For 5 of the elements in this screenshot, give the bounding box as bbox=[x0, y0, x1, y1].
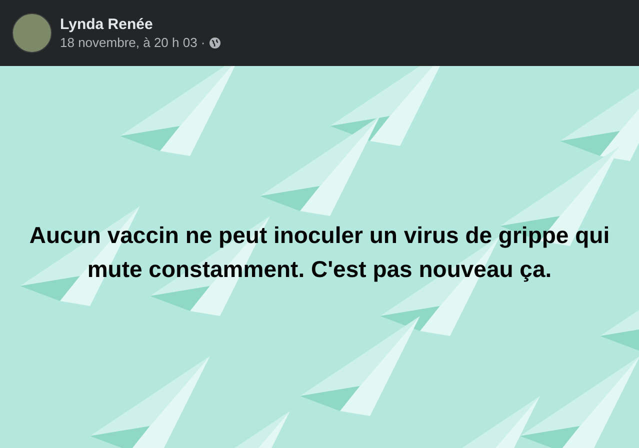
globe-icon bbox=[209, 37, 222, 49]
post-text: Aucun vaccin ne peut inoculer un virus de grippe qui mute constamment. C'est pas nouveau ça. bbox=[28, 221, 611, 284]
avatar-placeholder[interactable] bbox=[12, 13, 52, 53]
author-name[interactable]: Lynda Renée bbox=[60, 15, 222, 35]
post-timestamp[interactable]: 18 novembre, à 20 h 03 · bbox=[60, 35, 206, 51]
